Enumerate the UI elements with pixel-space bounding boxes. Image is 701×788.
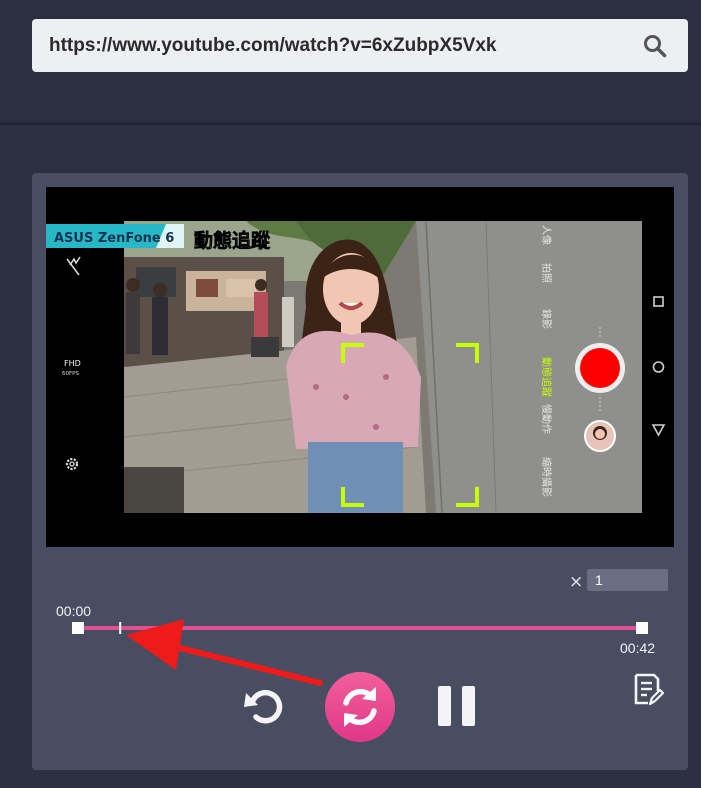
search-icon[interactable]: [642, 33, 668, 59]
rotate-ccw-icon[interactable]: [242, 683, 286, 731]
top-bar: [0, 0, 701, 122]
notes-icon[interactable]: [632, 673, 664, 707]
fhd-label: FHD: [64, 359, 81, 368]
camera-mode-label: 慢動作: [540, 404, 553, 434]
mode-title: 動態追蹤: [194, 229, 271, 252]
speed-multiplier-label: ×: [569, 572, 584, 592]
recents-nav-icon: [653, 296, 664, 307]
url-input[interactable]: [49, 19, 629, 72]
camera-mode-label: 人像: [540, 225, 552, 245]
record-button: [580, 348, 620, 388]
fps-label: 60FPS: [62, 371, 79, 377]
player-panel: FHD 60FPS ASUS ZenFone 6 動態追蹤 人像 拍照 錄影 動…: [32, 173, 688, 770]
camera-mode-label: 動態追蹤: [540, 357, 553, 397]
url-bar: [32, 19, 688, 72]
start-time: 00:00: [56, 603, 92, 619]
camera-mode-label: 拍照: [540, 263, 553, 283]
trim-end-handle[interactable]: [636, 622, 648, 634]
loop-button[interactable]: [324, 671, 396, 743]
playhead-marker[interactable]: [119, 622, 122, 634]
header-divider: [0, 122, 701, 125]
speed-input[interactable]: [587, 569, 668, 591]
camera-mode-label: 縮時攝影: [540, 457, 553, 497]
camera-mode-label: 錄影: [540, 309, 553, 329]
video-frame: FHD 60FPS ASUS ZenFone 6 動態追蹤 人像拍照錄影動態追蹤…: [46, 220, 666, 514]
camera-mode-list: 人像拍照錄影動態追蹤慢動作縮時攝影: [540, 225, 553, 497]
end-time: 00:42: [620, 640, 656, 656]
back-nav-icon: [651, 424, 666, 437]
video-player[interactable]: FHD 60FPS ASUS ZenFone 6 動態追蹤 人像 拍照 錄影 動…: [46, 187, 674, 547]
pause-icon[interactable]: [436, 685, 478, 727]
brand-label: ASUS ZenFone 6: [54, 231, 174, 246]
home-nav-icon: [652, 361, 665, 373]
trim-start-handle[interactable]: [72, 622, 84, 634]
